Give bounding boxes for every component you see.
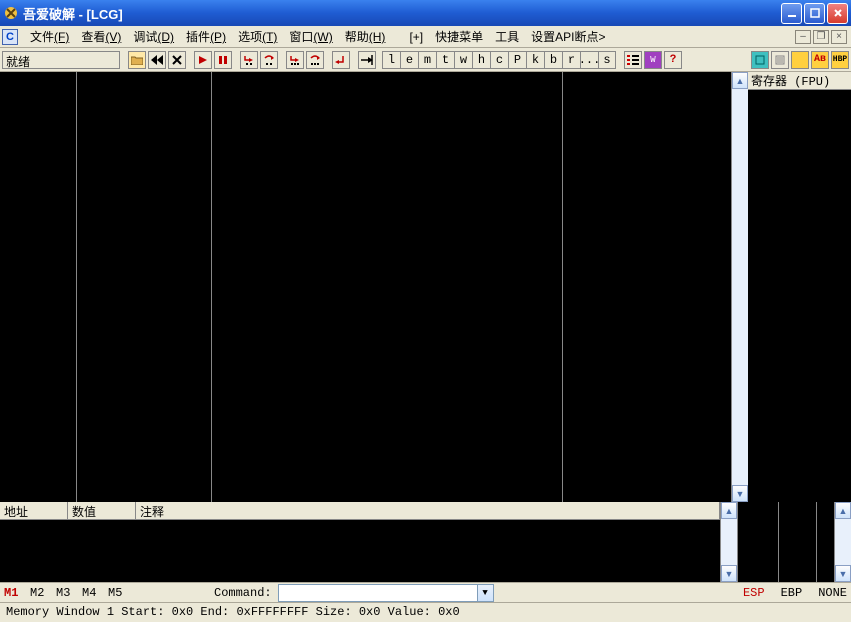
memory-selector-row: M1 M2 M3 M4 M5 Command: ▼ ESP EBP NONE <box>0 582 851 602</box>
status-text: Memory Window 1 Start: 0x0 End: 0xFFFFFF… <box>6 605 460 619</box>
mdi-restore-button[interactable]: ❐ <box>813 30 829 44</box>
goto-button[interactable] <box>358 51 376 69</box>
mdi-minimize-button[interactable]: – <box>795 30 811 44</box>
toolbar-letter-t[interactable]: t <box>436 51 454 69</box>
command-input[interactable] <box>278 584 478 602</box>
dump-scrollbar[interactable]: ▲ ▼ <box>720 502 737 582</box>
plugin-w-button[interactable]: W <box>644 51 662 69</box>
status-field: 就绪 <box>2 51 120 69</box>
step-into-button[interactable] <box>240 51 258 69</box>
scroll-track[interactable] <box>732 89 748 485</box>
extra-button-3[interactable] <box>791 51 809 69</box>
dump-body[interactable] <box>0 520 720 582</box>
status-bar: Memory Window 1 Start: 0x0 End: 0xFFFFFF… <box>0 602 851 622</box>
toolbar-letter-b[interactable]: b <box>544 51 562 69</box>
help-button[interactable]: ? <box>664 51 682 69</box>
dump-panel: 地址 数值 注释 <box>0 502 720 582</box>
menu-plus[interactable]: [+] <box>403 28 429 46</box>
dump-scroll-up[interactable]: ▲ <box>721 502 737 519</box>
toolbar: 就绪 lemtwhcPkbr...s W ? Aв HBP <box>0 48 851 72</box>
dump-header-value[interactable]: 数值 <box>68 502 136 520</box>
m3-button[interactable]: M3 <box>56 586 82 600</box>
menu-bar: C 文件(F) 查看(V) 调试(D) 插件(P) 选项(T) 窗口(W) 帮助… <box>0 26 851 48</box>
minimize-button[interactable] <box>781 3 802 24</box>
toolbar-letter-P[interactable]: P <box>508 51 526 69</box>
main-area: ▲ ▼ 寄存器 (FPU) <box>0 72 851 502</box>
menu-help[interactable]: 帮助(H) <box>339 26 392 47</box>
close-button[interactable] <box>827 3 848 24</box>
ab-button[interactable]: Aв <box>811 51 829 69</box>
extra-button-1[interactable] <box>751 51 769 69</box>
scroll-up-button[interactable]: ▲ <box>732 72 748 89</box>
toolbar-letter-l[interactable]: l <box>382 51 400 69</box>
stack-scroll-up[interactable]: ▲ <box>835 502 851 519</box>
toolbar-letter-m[interactable]: m <box>418 51 436 69</box>
command-dropdown-button[interactable]: ▼ <box>478 584 494 602</box>
menu-debug[interactable]: 调试(D) <box>127 26 180 47</box>
toolbar-letter-c[interactable]: c <box>490 51 508 69</box>
toolbar-letter-e[interactable]: e <box>400 51 418 69</box>
stop-x-button[interactable] <box>168 51 186 69</box>
toolbar-letter-s[interactable]: s <box>598 51 616 69</box>
app-icon <box>3 5 19 21</box>
menu-options[interactable]: 选项(T) <box>232 26 283 47</box>
mdi-close-button[interactable]: × <box>831 30 847 44</box>
m1-button[interactable]: M1 <box>4 586 30 600</box>
toolbar-letter-k[interactable]: k <box>526 51 544 69</box>
run-button[interactable] <box>194 51 212 69</box>
trace-into-button[interactable] <box>286 51 304 69</box>
dump-header-addr[interactable]: 地址 <box>0 502 68 520</box>
menu-apibp[interactable]: 设置API断点> <box>525 26 611 47</box>
mdi-icon[interactable]: C <box>2 29 18 45</box>
stack-scroll-down[interactable]: ▼ <box>835 565 851 582</box>
toolbar-letter-w[interactable]: w <box>454 51 472 69</box>
toolbar-letter-...[interactable]: ... <box>580 51 598 69</box>
bottom-area: 地址 数值 注释 ▲ ▼ ▲ ▼ <box>0 502 851 582</box>
m2-button[interactable]: M2 <box>30 586 56 600</box>
toolbar-letter-r[interactable]: r <box>562 51 580 69</box>
none-label[interactable]: NONE <box>818 586 847 600</box>
step-over-button[interactable] <box>260 51 278 69</box>
command-label: Command: <box>214 586 272 600</box>
titlebar: 吾爱破解 - [LCG] <box>0 0 851 26</box>
menu-view[interactable]: 查看(V) <box>75 26 127 47</box>
scroll-down-button[interactable]: ▼ <box>732 485 748 502</box>
disasm-col-hex[interactable] <box>77 72 211 502</box>
menu-file[interactable]: 文件(F) <box>24 26 75 47</box>
register-header[interactable]: 寄存器 (FPU) <box>748 72 851 90</box>
rewind-button[interactable] <box>148 51 166 69</box>
dump-header-comment[interactable]: 注释 <box>136 502 720 520</box>
disasm-col-comment[interactable] <box>563 72 731 502</box>
esp-label[interactable]: ESP <box>743 586 765 600</box>
disasm-col-asm[interactable] <box>212 72 562 502</box>
register-panel: 寄存器 (FPU) <box>748 72 851 502</box>
menu-quick[interactable]: 快捷菜单 <box>429 26 489 47</box>
trace-over-button[interactable] <box>306 51 324 69</box>
menu-window[interactable]: 窗口(W) <box>283 26 338 47</box>
maximize-button[interactable] <box>804 3 825 24</box>
ebp-label[interactable]: EBP <box>781 586 803 600</box>
toolbar-letter-h[interactable]: h <box>472 51 490 69</box>
pause-button[interactable] <box>214 51 232 69</box>
m4-button[interactable]: M4 <box>82 586 108 600</box>
disasm-scrollbar[interactable]: ▲ ▼ <box>731 72 748 502</box>
menu-tools[interactable]: 工具 <box>489 26 525 47</box>
extra-button-2[interactable] <box>771 51 789 69</box>
stack-panel[interactable] <box>737 502 834 582</box>
stack-scrollbar[interactable]: ▲ ▼ <box>834 502 851 582</box>
m5-button[interactable]: M5 <box>108 586 134 600</box>
execute-till-return-button[interactable] <box>332 51 350 69</box>
window-title: 吾爱破解 - [LCG] <box>23 4 123 23</box>
register-body[interactable] <box>748 90 851 502</box>
open-file-button[interactable] <box>128 51 146 69</box>
menu-plugins[interactable]: 插件(P) <box>180 26 232 47</box>
list-icon-button[interactable] <box>624 51 642 69</box>
dump-scroll-down[interactable]: ▼ <box>721 565 737 582</box>
disasm-col-addr[interactable] <box>0 72 76 502</box>
hbp-button[interactable]: HBP <box>831 51 849 69</box>
